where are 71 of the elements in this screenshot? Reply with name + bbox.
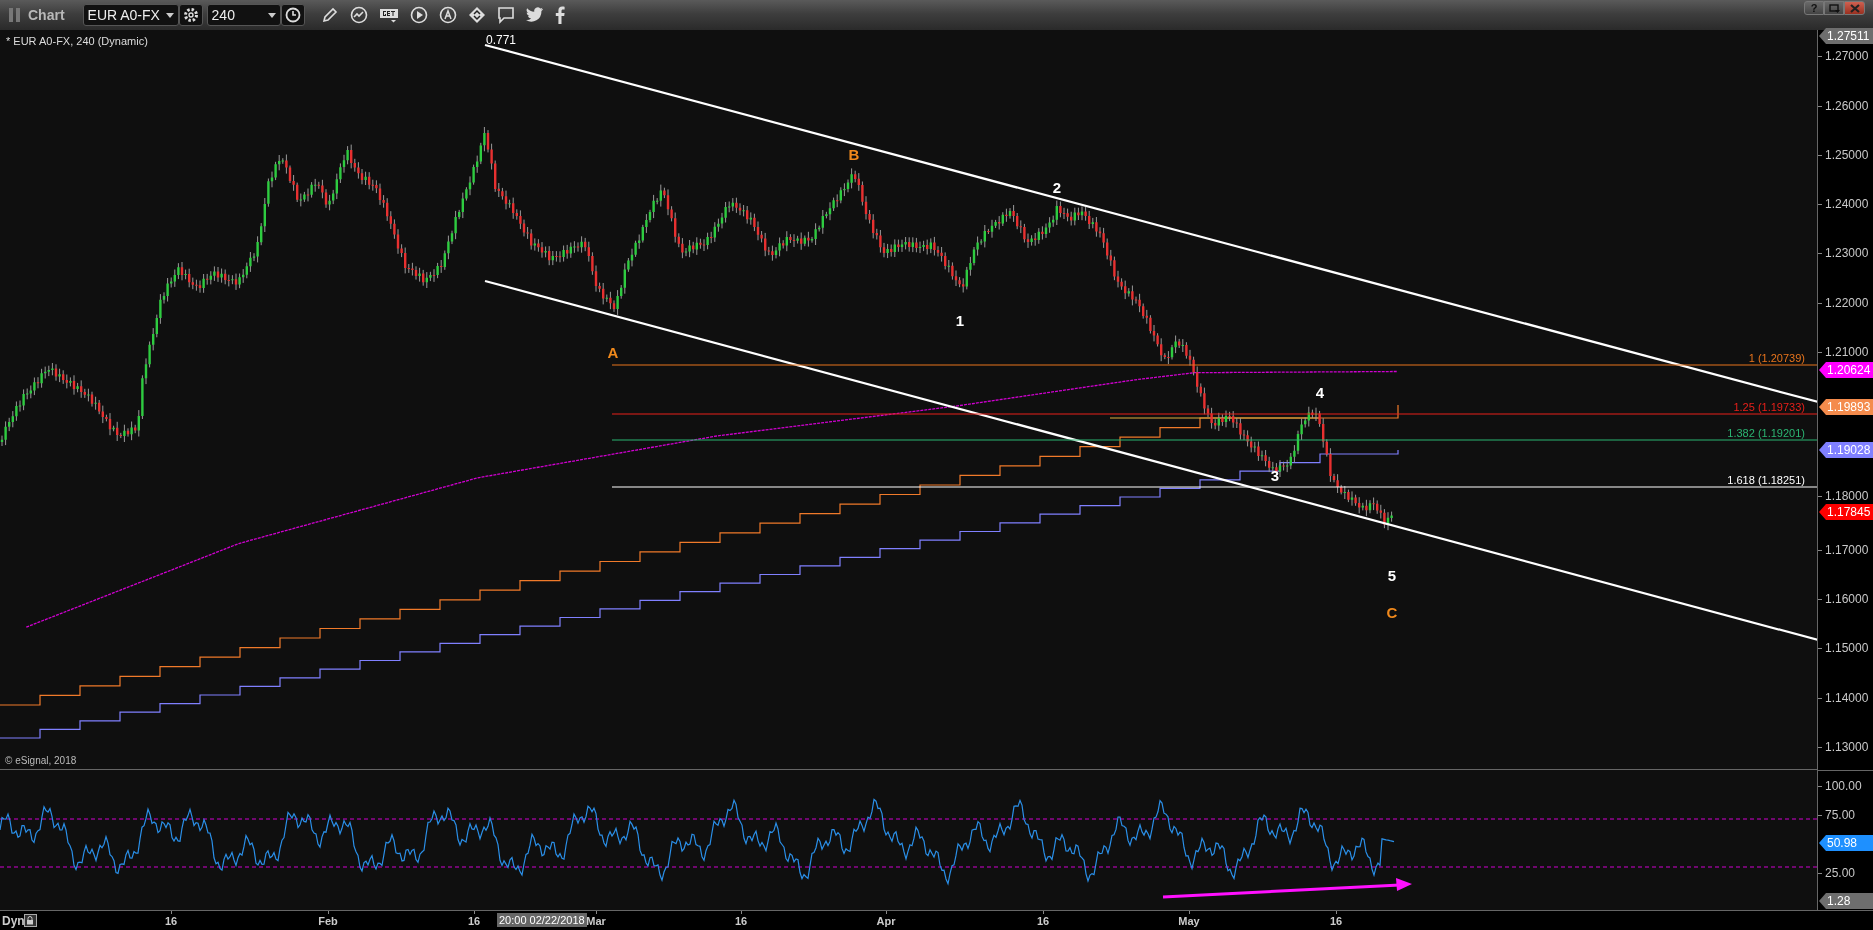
date-label: 16 bbox=[1036, 915, 1050, 927]
settings-button[interactable] bbox=[178, 4, 203, 26]
price-tick-label: 1.16000 bbox=[1825, 592, 1869, 606]
grip-icon[interactable] bbox=[8, 6, 22, 24]
oscillator-tag: 1.28 bbox=[1819, 893, 1873, 909]
wave-label: C bbox=[1386, 603, 1398, 621]
fibonacci-level-label: 1.25 (1.19733) bbox=[1733, 401, 1805, 413]
pencil-icon[interactable] bbox=[320, 6, 339, 24]
window-title: Chart bbox=[28, 7, 65, 23]
oscillator-tick-label: 100.00 bbox=[1825, 779, 1862, 793]
date-label: 16 bbox=[734, 915, 748, 927]
fibonacci-level-label: 1.382 (1.19201) bbox=[1727, 427, 1805, 439]
date-label: 16 bbox=[164, 915, 178, 927]
wave-label: 5 bbox=[1387, 566, 1397, 584]
close-button[interactable] bbox=[1844, 1, 1865, 15]
date-label: Mar bbox=[586, 915, 606, 927]
date-label: 16 bbox=[467, 915, 481, 927]
get-icon[interactable] bbox=[378, 7, 399, 23]
price-tick-label: 1.25000 bbox=[1825, 148, 1869, 162]
oscillator-tick-label: 25.00 bbox=[1825, 866, 1856, 880]
price-tick-label: 1.21000 bbox=[1825, 345, 1869, 359]
comment-icon[interactable] bbox=[496, 6, 515, 24]
price-tick-label: 1.23000 bbox=[1825, 246, 1869, 260]
price-tick-label: 1.14000 bbox=[1825, 691, 1869, 705]
price-tag: 1.27511 bbox=[1819, 28, 1873, 44]
wave-label: B bbox=[848, 145, 860, 163]
price-tick-label: 1.26000 bbox=[1825, 99, 1869, 113]
symbol-dropdown[interactable]: EUR A0-FX bbox=[82, 4, 179, 26]
crosshair-time-label: 20:00 02/22/2018 bbox=[497, 913, 587, 927]
price-tag: 1.19893 bbox=[1819, 399, 1873, 415]
date-label: Feb bbox=[318, 915, 338, 927]
price-tick-label: 1.27000 bbox=[1825, 49, 1869, 63]
wave-label: 3 bbox=[1270, 466, 1280, 484]
chart-circle-icon[interactable] bbox=[349, 6, 368, 24]
interval-dropdown[interactable]: 240 bbox=[206, 4, 281, 26]
wave-label: 4 bbox=[1315, 383, 1325, 401]
swap-arrows-icon[interactable] bbox=[467, 6, 486, 24]
wave-label: A bbox=[607, 343, 619, 361]
restore-button[interactable] bbox=[1824, 1, 1844, 15]
price-tick-label: 1.18000 bbox=[1825, 489, 1869, 503]
price-tick-label: 1.17000 bbox=[1825, 543, 1869, 557]
price-tick-label: 1.22000 bbox=[1825, 296, 1869, 310]
restore-icon bbox=[1828, 3, 1840, 13]
price-tick-label: 1.24000 bbox=[1825, 197, 1869, 211]
copyright-text: © eSignal, 2018 bbox=[5, 755, 77, 766]
chart-caption: * EUR A0-FX, 240 (Dynamic) bbox=[6, 35, 148, 47]
price-tag: 1.17845 bbox=[1819, 504, 1873, 520]
date-label: Apr bbox=[876, 915, 896, 927]
lock-icon[interactable] bbox=[24, 914, 37, 927]
caret-icon bbox=[165, 12, 174, 18]
letter-a-circle-icon[interactable] bbox=[438, 6, 457, 24]
price-tag: 1.20624 bbox=[1819, 362, 1873, 378]
dynamic-mode-label: Dyn bbox=[2, 914, 25, 928]
close-icon bbox=[1849, 3, 1860, 13]
fibonacci-level-label: 1 (1.20739) bbox=[1748, 352, 1805, 364]
caret-icon bbox=[267, 12, 276, 18]
date-label: 16 bbox=[1329, 915, 1343, 927]
play-icon[interactable] bbox=[409, 6, 428, 24]
price-tag: 1.19028 bbox=[1819, 442, 1873, 458]
facebook-icon[interactable] bbox=[554, 6, 565, 24]
fibonacci-level-label: 1.618 (1.18251) bbox=[1727, 474, 1805, 486]
wave-label: 2 bbox=[1052, 178, 1062, 196]
trendline-value-label: 0.771 bbox=[486, 33, 517, 47]
price-tick-label: 1.13000 bbox=[1825, 740, 1869, 754]
oscillator-tag: 50.98 bbox=[1819, 835, 1873, 851]
date-label: May bbox=[1178, 915, 1200, 927]
oscillator-tick-label: 75.00 bbox=[1825, 808, 1856, 822]
twitter-icon[interactable] bbox=[525, 7, 544, 23]
clock-button[interactable] bbox=[280, 4, 305, 26]
price-tick-label: 1.15000 bbox=[1825, 641, 1869, 655]
wave-label: 1 bbox=[955, 311, 965, 329]
